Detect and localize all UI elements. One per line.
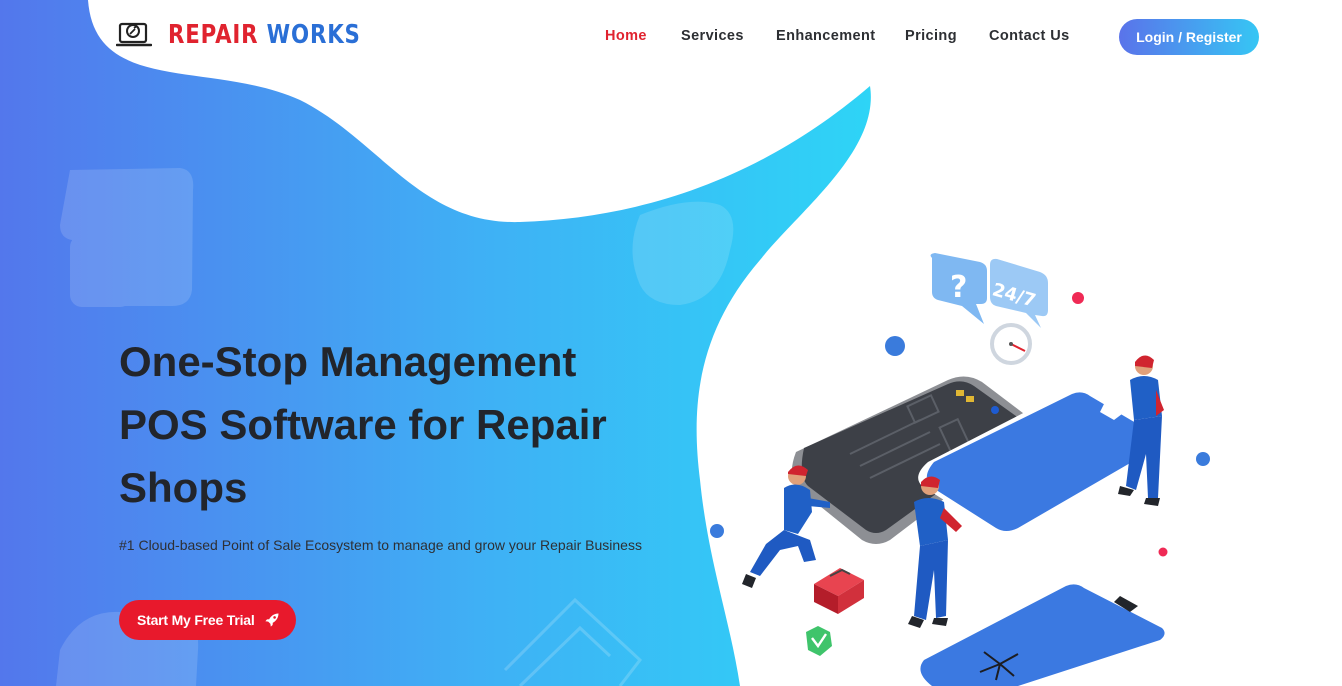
- support-24-7-bubble-icon: 24/7: [990, 258, 1048, 328]
- question-mark: ?: [950, 270, 967, 305]
- brand-word-repair: REPAIR: [168, 20, 259, 50]
- laptop-repair-icon: [116, 22, 152, 47]
- toolbox-icon: [814, 568, 864, 614]
- nav-pricing[interactable]: Pricing: [905, 28, 957, 44]
- hero-subtitle: #1 Cloud-based Point of Sale Ecosystem t…: [119, 537, 642, 553]
- check-badge-icon: [806, 626, 832, 656]
- rocket-icon: [264, 613, 279, 627]
- question-bubble-icon: ?: [930, 253, 987, 324]
- nav-enhancement[interactable]: Enhancement: [776, 28, 875, 44]
- brand-word-works: WORKS: [266, 20, 361, 50]
- hero-title: One-Stop Management POS Software for Rep…: [119, 338, 607, 511]
- deco-dot: [885, 336, 905, 356]
- brand-logo[interactable]: REPAIR WORKS: [116, 18, 403, 52]
- nav-home[interactable]: Home: [605, 28, 647, 44]
- brand-name: REPAIR WORKS: [168, 20, 361, 50]
- start-free-trial-button[interactable]: Start My Free Trial: [119, 600, 296, 640]
- deco-dot: [1196, 452, 1210, 466]
- nav-contact-us[interactable]: Contact Us: [989, 28, 1070, 44]
- login-register-button[interactable]: Login / Register: [1119, 19, 1259, 55]
- nav-services[interactable]: Services: [681, 28, 744, 44]
- deco-dot: [710, 524, 724, 538]
- repair-illustration: ? 24/7: [710, 253, 1210, 686]
- cta-label: Start My Free Trial: [137, 612, 255, 628]
- deco-dot: [1158, 547, 1168, 557]
- cracked-phone-screen: [913, 577, 1174, 686]
- clock-icon: [990, 323, 1032, 365]
- deco-dot: [1072, 292, 1084, 304]
